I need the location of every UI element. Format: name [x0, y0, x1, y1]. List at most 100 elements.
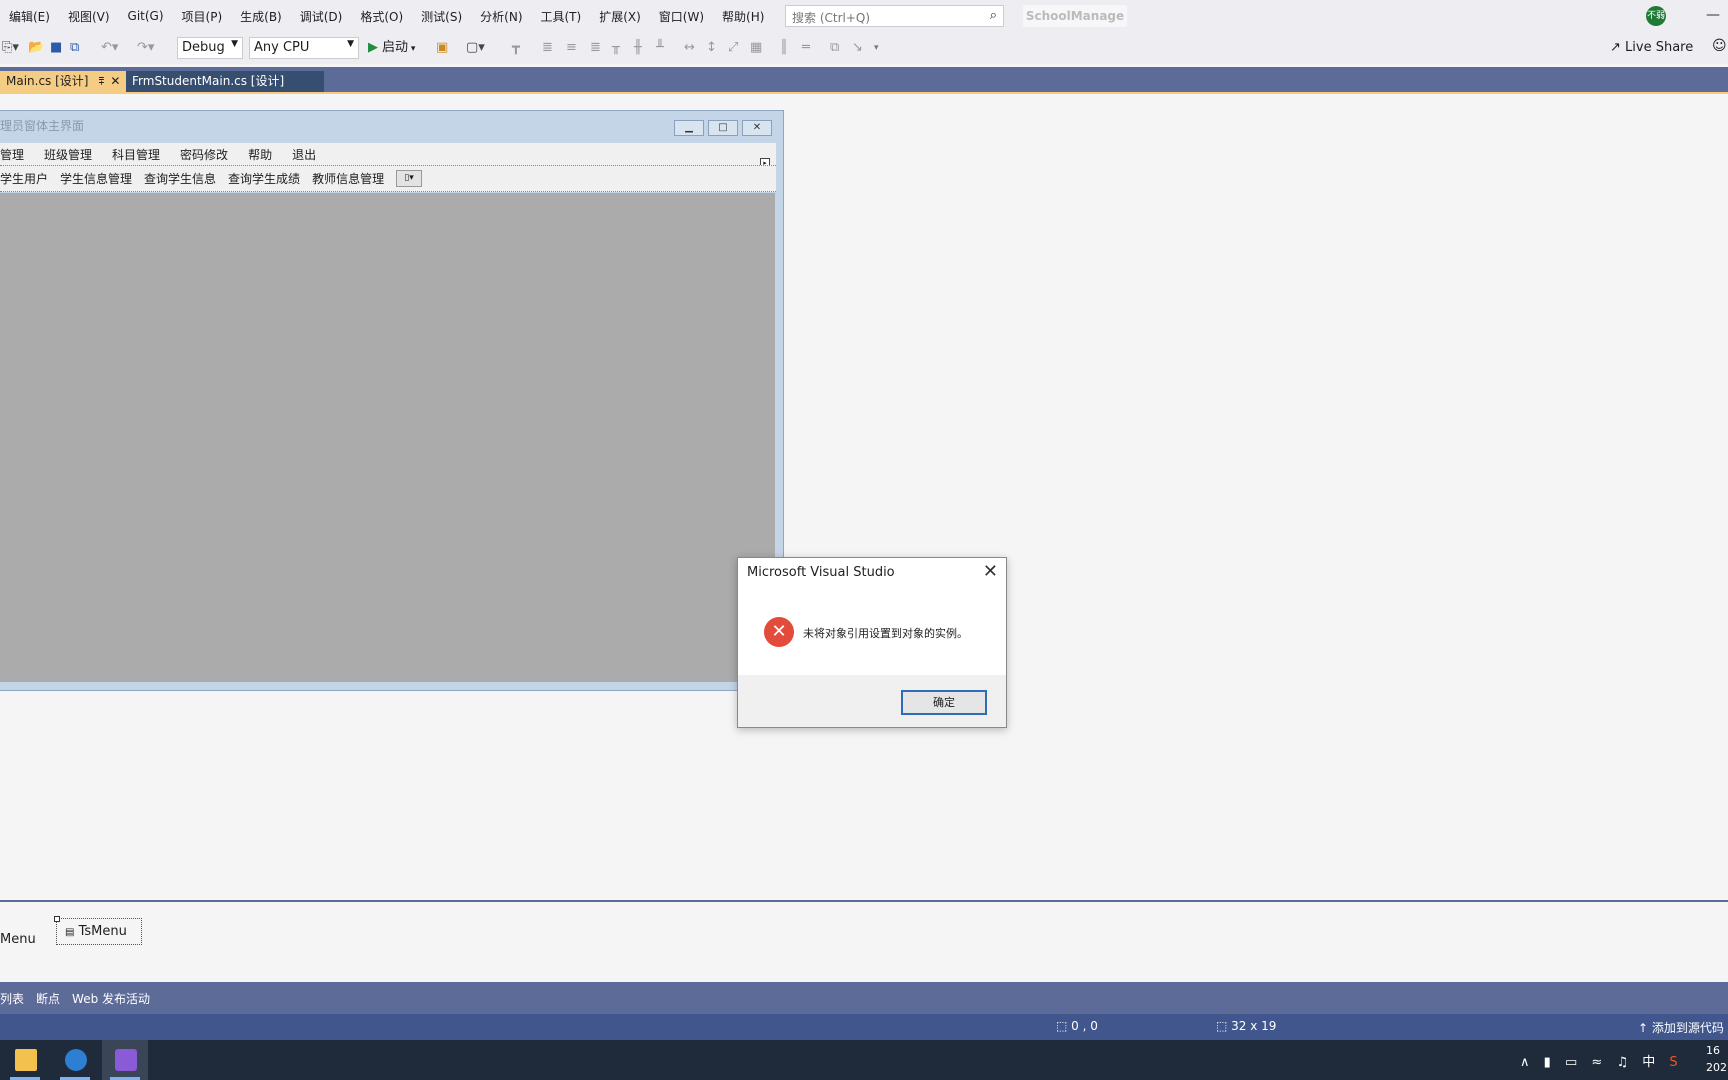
menu-debug[interactable]: 调试(D) [291, 8, 352, 25]
align-left-icon[interactable]: ≣ [542, 39, 553, 57]
menu-analyze[interactable]: 分析(N) [471, 8, 531, 25]
ok-button[interactable]: 确定 [901, 690, 987, 715]
menu-project[interactable]: 项目(P) [173, 8, 232, 25]
search-box[interactable]: 搜索 (Ctrl+Q) ⌕ [785, 5, 1004, 27]
undo-icon[interactable]: ↶▾ [101, 39, 118, 57]
menu-git[interactable]: Git(G) [119, 9, 173, 23]
tray-menu-component[interactable]: Menu [0, 932, 36, 947]
menu-test[interactable]: 测试(S) [412, 8, 471, 25]
browse-icon[interactable]: ▣ [436, 39, 448, 57]
align-bottom-icon[interactable]: ╨ [656, 39, 664, 57]
tab-frmstudentmain-designer[interactable]: FrmStudentMain.cs [设计] [126, 71, 324, 92]
menu-view[interactable]: 视图(V) [59, 8, 119, 25]
avatar[interactable]: 不弱 [1646, 6, 1666, 26]
same-size-icon[interactable]: ⤢ [728, 39, 738, 57]
browser-icon [65, 1049, 87, 1071]
form-tool-item[interactable]: 查询学生成绩 [228, 170, 300, 187]
form-tool-item[interactable]: 学生信息管理 [60, 170, 132, 187]
menu-edit[interactable]: 编辑(E) [0, 8, 59, 25]
clock[interactable]: 16 202 [1706, 1042, 1727, 1076]
tab-breakpoints[interactable]: 断点 [36, 990, 60, 1007]
sogou-ime-icon[interactable]: S [1669, 1055, 1677, 1070]
save-icon[interactable]: ■ [50, 39, 62, 57]
form-tool-item[interactable]: 查询学生信息 [144, 170, 216, 187]
chevron-up-icon[interactable]: ∧ [1520, 1055, 1530, 1070]
config-dropdown[interactable]: Debug ▼ [177, 37, 243, 59]
error-dialog: Microsoft Visual Studio ✕ ✕ 未将对象引用设置到对象的… [737, 557, 1007, 728]
bring-front-icon[interactable]: ⧉ [830, 39, 839, 57]
overflow-icon[interactable]: ▾ [874, 39, 879, 57]
visual-studio-icon [115, 1049, 137, 1071]
dialog-title: Microsoft Visual Studio [747, 565, 895, 580]
volume-icon[interactable]: ♫ [1616, 1055, 1628, 1070]
tab-list[interactable]: 列表 [0, 990, 24, 1007]
align-center-icon[interactable]: ≡ [566, 39, 577, 57]
selection-handle[interactable] [54, 916, 60, 922]
tab-web-publish[interactable]: Web 发布活动 [72, 990, 150, 1007]
close-icon[interactable]: ✕ [983, 561, 998, 582]
new-item-icon[interactable]: ⎘▾ [2, 39, 19, 57]
form-menu-item[interactable]: 班级管理 [44, 146, 92, 163]
add-to-source-control[interactable]: ↑ 添加到源代码 [1638, 1019, 1724, 1036]
form-menu-item[interactable]: 科目管理 [112, 146, 160, 163]
same-width-icon[interactable]: ↔ [684, 39, 695, 57]
save-all-icon[interactable]: ⧉ [70, 39, 79, 57]
platform-dropdown[interactable]: Any CPU ▼ [249, 37, 359, 59]
designed-form[interactable]: 理员窗体主界面 ▁ □ ✕ 管理 班级管理 科目管理 密码修改 帮助 退出 ▸ … [0, 110, 784, 691]
align-top-icon[interactable]: ╥ [612, 39, 620, 57]
form-tool-item[interactable]: 学生用户 [0, 170, 48, 187]
start-label: 启动 [382, 40, 409, 55]
live-share-button[interactable]: ↗ Live Share [1610, 38, 1693, 58]
form-menu-item[interactable]: 密码修改 [180, 146, 228, 163]
open-folder-icon[interactable]: 📂 [28, 39, 44, 57]
toolstrip-icon: ▤ [65, 927, 75, 938]
microphone-icon[interactable]: ▮ [1544, 1055, 1551, 1070]
form-tool-strip[interactable]: 学生用户 学生信息管理 查询学生信息 查询学生成绩 教师信息管理 ▯▾ [0, 165, 776, 192]
position-value: 0 , 0 [1071, 1019, 1098, 1033]
close-icon[interactable]: ✕ [110, 74, 120, 88]
form-close-icon: ✕ [742, 120, 772, 136]
battery-icon[interactable]: ▭ [1565, 1055, 1577, 1070]
form-menu-item[interactable]: 帮助 [248, 146, 272, 163]
grid-align-icon[interactable]: ▦ [750, 39, 762, 57]
form-menu-item[interactable]: 退出 [292, 146, 316, 163]
taskbar-file-explorer[interactable] [2, 1040, 48, 1080]
screenshot-icon[interactable]: ▢▾ [466, 39, 485, 57]
ime-icon[interactable]: 中 [1642, 1055, 1655, 1070]
menu-tools[interactable]: 工具(T) [532, 8, 591, 25]
menu-format[interactable]: 格式(O) [351, 8, 412, 25]
form-tool-item[interactable]: 教师信息管理 [312, 170, 384, 187]
bottom-tool-tabs: 列表 断点 Web 发布活动 [0, 982, 1728, 1014]
menu-build[interactable]: 生成(B) [231, 8, 291, 25]
menu-window[interactable]: 窗口(W) [650, 8, 713, 25]
add-item-dropdown-icon[interactable]: ▯▾ [396, 170, 423, 187]
menu-extensions[interactable]: 扩展(X) [590, 8, 650, 25]
document-tab-strip: Main.cs [设计] ⩱ ✕ FrmStudentMain.cs [设计] [0, 67, 1728, 94]
form-menu-item[interactable]: 管理 [0, 146, 24, 163]
minimize-icon[interactable]: — [1706, 8, 1722, 24]
tab-order-icon[interactable]: ↘ [852, 39, 863, 57]
same-height-icon[interactable]: ↕ [706, 39, 717, 57]
tab-main-designer[interactable]: Main.cs [设计] ⩱ ✕ [0, 71, 126, 92]
start-button[interactable]: ▶ 启动 ▾ [368, 38, 415, 58]
source-control-label: 添加到源代码 [1651, 1021, 1724, 1035]
align-grid-icon[interactable]: ┳ [512, 39, 520, 57]
size-icon: ⬚ [1216, 1019, 1232, 1033]
designer-surface: 理员窗体主界面 ▁ □ ✕ 管理 班级管理 科目管理 密码修改 帮助 退出 ▸ … [0, 95, 1728, 900]
menu-help[interactable]: 帮助(H) [713, 8, 773, 25]
feedback-icon[interactable]: ☺ [1712, 38, 1727, 54]
status-size: ⬚ 32 x 19 [1216, 1019, 1276, 1033]
wifi-icon[interactable]: ≈ [1591, 1055, 1602, 1070]
vertical-spacing-icon[interactable]: ═ [802, 39, 810, 57]
align-middle-icon[interactable]: ╫ [634, 39, 642, 57]
taskbar-sogou[interactable] [52, 1040, 98, 1080]
redo-icon[interactable]: ↷▾ [137, 39, 154, 57]
live-share-label: Live Share [1625, 40, 1694, 55]
horizontal-spacing-icon[interactable]: ║ [780, 39, 788, 57]
align-right-icon[interactable]: ≣ [590, 39, 601, 57]
taskbar: ∧ ▮ ▭ ≈ ♫ 中 S 16 202 [0, 1040, 1728, 1080]
taskbar-visual-studio[interactable] [102, 1040, 148, 1080]
tray-tsmenu-component[interactable]: ▤ TsMenu [54, 916, 142, 945]
form-menu-strip[interactable]: 管理 班级管理 科目管理 密码修改 帮助 退出 [0, 143, 776, 165]
pin-icon[interactable]: ⩱ [99, 77, 105, 88]
